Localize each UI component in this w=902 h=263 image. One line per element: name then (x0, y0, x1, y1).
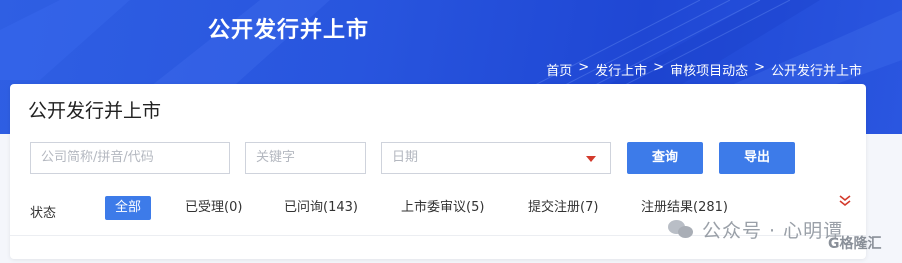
banner-title: 公开发行并上市 (208, 18, 370, 43)
breadcrumb-separator: > (653, 60, 665, 75)
date-placeholder: 日期 (392, 150, 419, 165)
breadcrumb: 首页 > 发行上市 > 审核项目动态 > 公开发行并上市 (546, 60, 862, 79)
tab-listing-committee[interactable]: 上市委审议(5) (401, 196, 484, 220)
page-title: 公开发行并上市 (28, 100, 162, 122)
company-search-input[interactable]: 公司简称/拼音/代码 (30, 142, 230, 174)
breadcrumb-current: 公开发行并上市 (770, 64, 862, 79)
corner-logo: G格隆汇 (828, 236, 882, 252)
tab-inquired[interactable]: 已问询(143) (284, 196, 358, 220)
status-label: 状态 (30, 206, 57, 221)
tab-submitted-registration[interactable]: 提交注册(7) (528, 196, 598, 220)
watermark-text: 公众号 · 心明谭 (702, 219, 844, 242)
wechat-icon (668, 218, 694, 240)
breadcrumb-home[interactable]: 首页 (546, 60, 572, 79)
tab-all[interactable]: 全部 (105, 196, 152, 220)
breadcrumb-listing[interactable]: 发行上市 (595, 60, 647, 79)
tab-accepted[interactable]: 已受理(0) (185, 196, 242, 220)
query-button[interactable]: 查询 (627, 142, 703, 174)
keyword-input[interactable]: 关键字 (245, 142, 366, 174)
breadcrumb-separator: > (578, 60, 590, 75)
export-button[interactable]: 导出 (719, 142, 795, 174)
caret-down-icon (586, 156, 596, 162)
breadcrumb-separator: > (754, 60, 765, 75)
watermark: 公众号 · 心明谭 (668, 214, 843, 244)
double-chevron-down-icon[interactable] (838, 194, 852, 208)
breadcrumb-review-status[interactable]: 审核项目动态 (670, 60, 748, 79)
keyword-placeholder: 关键字 (256, 150, 296, 165)
company-search-placeholder: 公司简称/拼音/代码 (41, 150, 154, 165)
date-select[interactable]: 日期 (381, 142, 611, 174)
